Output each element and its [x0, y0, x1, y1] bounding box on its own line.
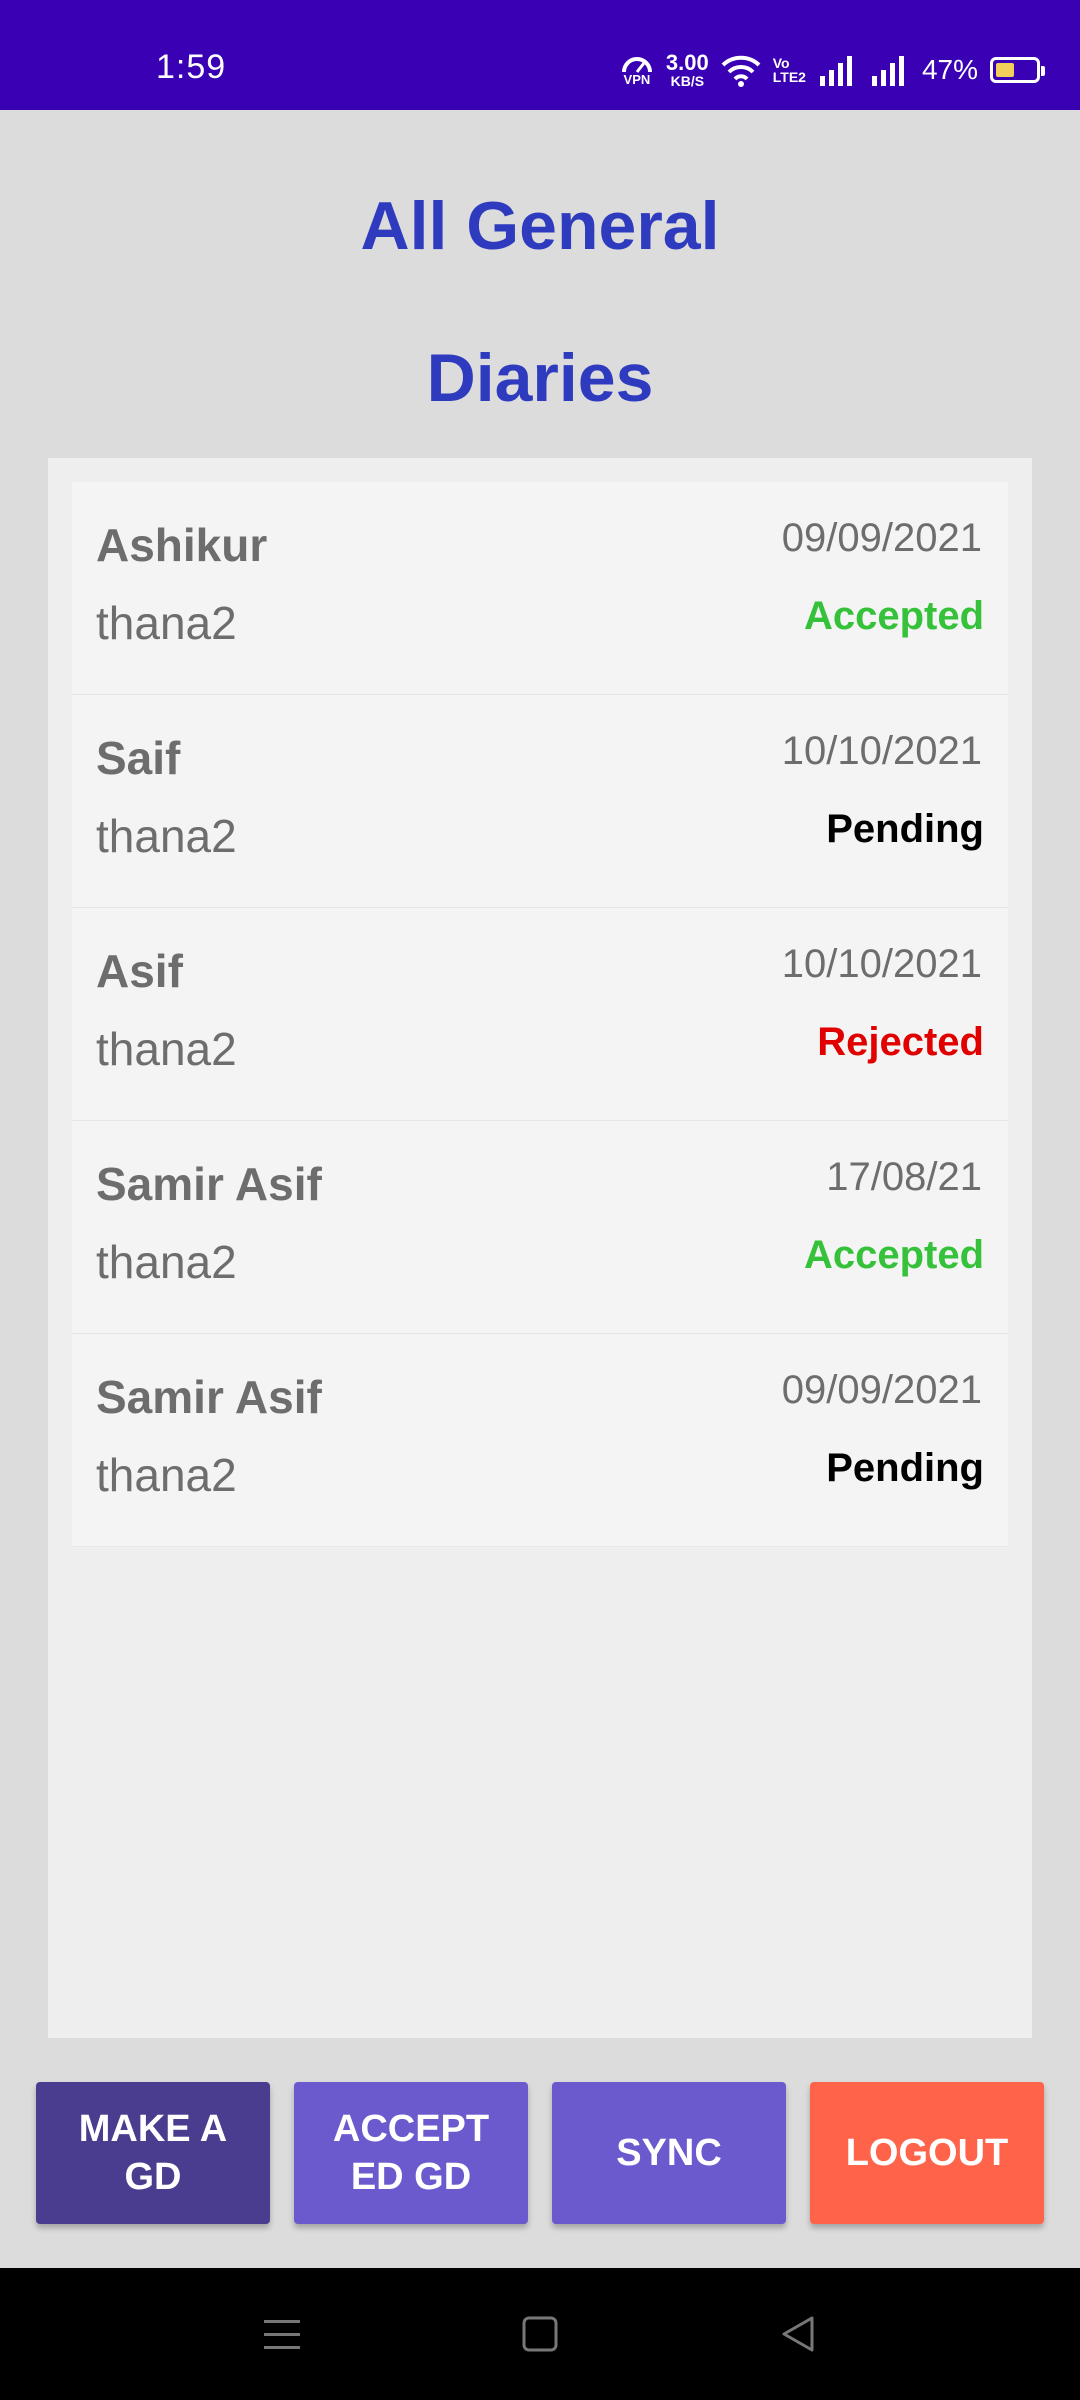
- status-bar: 1:59 VPN 3.00 KB/S Vo LTE2 47%: [0, 0, 1080, 110]
- diary-status: Accepted: [803, 1233, 984, 1277]
- list-item[interactable]: Asif thana2 10/10/2021 Rejected: [72, 908, 1008, 1121]
- net-speed-unit: KB/S: [670, 73, 705, 89]
- back-icon[interactable]: [778, 2314, 818, 2359]
- accepted-gd-button[interactable]: ACCEPT ED GD: [294, 2082, 528, 2224]
- diary-name: Samir Asif: [96, 1158, 322, 1210]
- diary-thana: thana2: [96, 597, 237, 649]
- page-title-line1: All General: [360, 188, 720, 264]
- volte-top: Vo: [772, 55, 790, 71]
- vpn-icon: VPN: [620, 55, 654, 86]
- home-icon[interactable]: [520, 2314, 560, 2359]
- list-item[interactable]: Samir Asif thana2 17/08/21 Accepted: [72, 1121, 1008, 1334]
- diary-status: Pending: [826, 807, 984, 851]
- net-speed: 3.00 KB/S: [665, 50, 709, 89]
- battery-percent: 47%: [921, 54, 978, 85]
- list-item[interactable]: Saif thana2 10/10/2021 Pending: [72, 695, 1008, 908]
- status-icons: VPN 3.00 KB/S Vo LTE2 47%: [620, 46, 1045, 94]
- navigation-bar: [0, 2268, 1080, 2400]
- diary-thana: thana2: [96, 1236, 237, 1288]
- diary-date: 09/09/2021: [781, 516, 982, 560]
- signal-icon: [870, 54, 910, 86]
- diary-name: Asif: [96, 945, 183, 997]
- list-item[interactable]: Samir Asif thana2 09/09/2021 Pending: [72, 1334, 1008, 1547]
- net-speed-value: 3.00: [665, 50, 709, 75]
- page-title-line2: Diaries: [426, 340, 654, 416]
- diary-name: Samir Asif: [96, 1371, 322, 1423]
- diary-name: Saif: [96, 732, 181, 784]
- vpn-label: VPN: [623, 71, 651, 87]
- diary-list: Ashikur thana2 09/09/2021 Accepted Saif …: [72, 482, 1008, 1547]
- logout-button[interactable]: LOGOUT: [810, 2082, 1044, 2224]
- battery-icon: [990, 57, 1045, 83]
- page-title: All General Diaries: [0, 150, 1080, 454]
- menu-icon[interactable]: [262, 2314, 302, 2359]
- volte-icon: Vo LTE2: [773, 56, 806, 84]
- diary-list-panel[interactable]: Ashikur thana2 09/09/2021 Accepted Saif …: [48, 458, 1032, 2038]
- diary-thana: thana2: [96, 810, 237, 862]
- diary-date: 10/10/2021: [781, 729, 982, 773]
- wifi-icon: [721, 53, 761, 87]
- diary-date: 09/09/2021: [781, 1368, 982, 1412]
- diary-name: Ashikur: [96, 519, 268, 571]
- status-time: 1:59: [156, 48, 227, 86]
- diary-status: Accepted: [803, 594, 984, 638]
- signal-icon: [818, 54, 858, 86]
- diary-thana: thana2: [96, 1023, 237, 1075]
- diary-date: 10/10/2021: [781, 942, 982, 986]
- diary-status: Pending: [826, 1446, 984, 1490]
- diary-date: 17/08/21: [826, 1155, 982, 1199]
- sync-button[interactable]: SYNC: [552, 2082, 786, 2224]
- volte-bottom: LTE2: [772, 69, 806, 85]
- diary-thana: thana2: [96, 1449, 237, 1501]
- diary-status: Rejected: [817, 1020, 984, 1064]
- list-item[interactable]: Ashikur thana2 09/09/2021 Accepted: [72, 482, 1008, 695]
- make-gd-button[interactable]: MAKE A GD: [36, 2082, 270, 2224]
